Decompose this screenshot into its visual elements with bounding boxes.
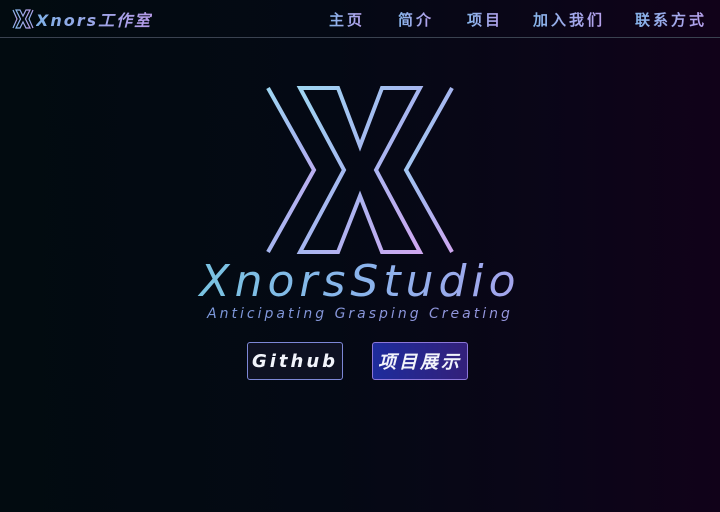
projects-showcase-button[interactable]: 项目展示 bbox=[372, 342, 468, 380]
nav-item-about[interactable]: 简介 bbox=[398, 9, 434, 30]
nav-item-join-us[interactable]: 加入我们 bbox=[533, 9, 605, 30]
nav-item-home[interactable]: 主页 bbox=[329, 9, 365, 30]
x-logo-icon bbox=[12, 9, 34, 29]
nav-item-projects[interactable]: 项目 bbox=[467, 9, 503, 30]
brand[interactable]: Xnors工作室 bbox=[12, 6, 152, 32]
top-nav: Xnors工作室 主页 简介 项目 加入我们 联系方式 bbox=[0, 0, 720, 38]
brand-name: Xnors工作室 bbox=[36, 7, 152, 31]
github-button[interactable]: Github bbox=[247, 342, 343, 380]
nav-item-contact[interactable]: 联系方式 bbox=[635, 9, 707, 30]
hero-title: XnorsStudio bbox=[0, 254, 720, 310]
x-logo-icon bbox=[266, 86, 454, 254]
hero-subtitle: Anticipating Grasping Creating bbox=[0, 306, 720, 322]
